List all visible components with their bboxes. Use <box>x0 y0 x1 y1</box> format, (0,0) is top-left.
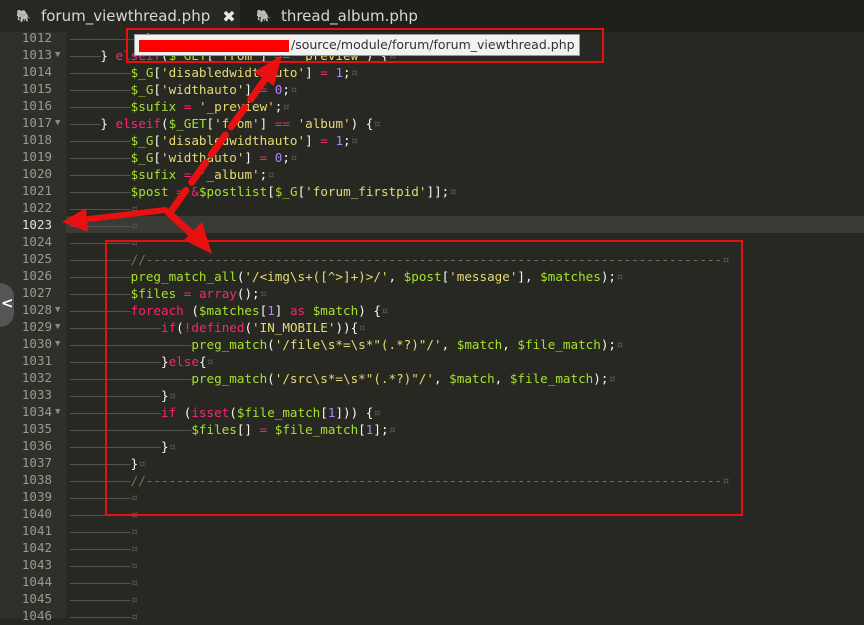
line-number: 1031 <box>21 353 52 368</box>
tab-label: thread_album.php <box>280 7 418 25</box>
line-number: 1018 <box>21 132 52 147</box>
line-number: 1012 <box>21 30 52 45</box>
line-number: 1042 <box>21 540 52 555</box>
chevron-left-icon: < <box>1 294 14 312</box>
close-icon[interactable]: ✖ <box>222 7 235 26</box>
fold-arrow-icon[interactable]: ▼ <box>55 339 60 349</box>
line-number: 1023 <box>21 217 52 232</box>
annotation-box-code <box>105 240 743 516</box>
line-number: 1044 <box>21 574 52 589</box>
code-line: ————————¤ <box>70 218 139 233</box>
php-file-icon: 🐘 <box>16 9 31 23</box>
line-number: 1024 <box>21 234 52 249</box>
code-line: ————————$_G['disabledwidthauto'] = 1;¤ <box>70 133 359 148</box>
line-number: 1019 <box>21 149 52 164</box>
line-number: 1032 <box>21 370 52 385</box>
line-number-gutter: 1012 1013 ▼ 1014 1015 1016 1017 ▼ 1018 1019 1020 10… <box>0 30 66 623</box>
code-line: ————————¤ <box>70 201 139 216</box>
fold-arrow-icon[interactable]: ▼ <box>55 407 60 417</box>
code-line: ————————$_G['disabledwidthauto'] = 1;¤ <box>70 65 359 80</box>
code-line: ————————¤ <box>70 558 139 573</box>
line-number: 1039 <box>21 489 52 504</box>
line-number: 1038 <box>21 472 52 487</box>
annotation-box-path <box>126 28 604 63</box>
code-line: ————————$_G['widthauto'] = 0;¤ <box>70 82 298 97</box>
fold-arrow-icon[interactable]: ▼ <box>55 118 60 128</box>
line-number: 1015 <box>21 81 52 96</box>
line-number: 1033 <box>21 387 52 402</box>
line-number: 1013 <box>21 47 52 62</box>
code-line: ————————$post = &$postlist[$_G['forum_fi… <box>70 184 457 199</box>
code-line: ————————¤ <box>70 575 139 590</box>
code-line: ————————$sufix = '_album';¤ <box>70 167 275 182</box>
line-number: 1026 <box>21 268 52 283</box>
line-number: 1016 <box>21 98 52 113</box>
tab-label: forum_viewthread.php <box>40 7 211 25</box>
fold-arrow-icon[interactable]: ▼ <box>55 50 60 60</box>
line-number: 1040 <box>21 506 52 521</box>
line-number: 1034 <box>21 404 52 419</box>
line-number: 1037 <box>21 455 52 470</box>
fold-arrow-icon[interactable]: ▼ <box>55 322 60 332</box>
line-number: 1041 <box>21 523 52 538</box>
line-number: 1030 <box>21 336 52 351</box>
line-number: 1043 <box>21 557 52 572</box>
line-number: 1021 <box>21 183 52 198</box>
line-number: 1025 <box>21 251 52 266</box>
line-number: 1017 <box>21 115 52 130</box>
code-line: ————————¤ <box>70 541 139 556</box>
line-number: 1045 <box>21 591 52 606</box>
line-number: 1046 <box>21 608 52 623</box>
line-number: 1036 <box>21 438 52 453</box>
code-line: ————————¤ <box>70 524 139 539</box>
fold-arrow-icon[interactable]: ▼ <box>55 305 60 315</box>
code-line: ————————¤ <box>70 609 139 624</box>
php-file-icon: 🐘 <box>256 9 271 23</box>
code-line: ————} elseif($_GET['from'] == 'album') {… <box>70 116 381 131</box>
line-number: 1020 <box>21 166 52 181</box>
line-number: 1035 <box>21 421 52 436</box>
code-line: ————————$_G['widthauto'] = 0;¤ <box>70 150 298 165</box>
line-number: 1014 <box>21 64 52 79</box>
current-line-highlight <box>66 216 864 233</box>
line-number: 1022 <box>21 200 52 215</box>
code-line: ————————$sufix = '_preview';¤ <box>70 99 290 114</box>
code-line: ————————¤ <box>70 592 139 607</box>
